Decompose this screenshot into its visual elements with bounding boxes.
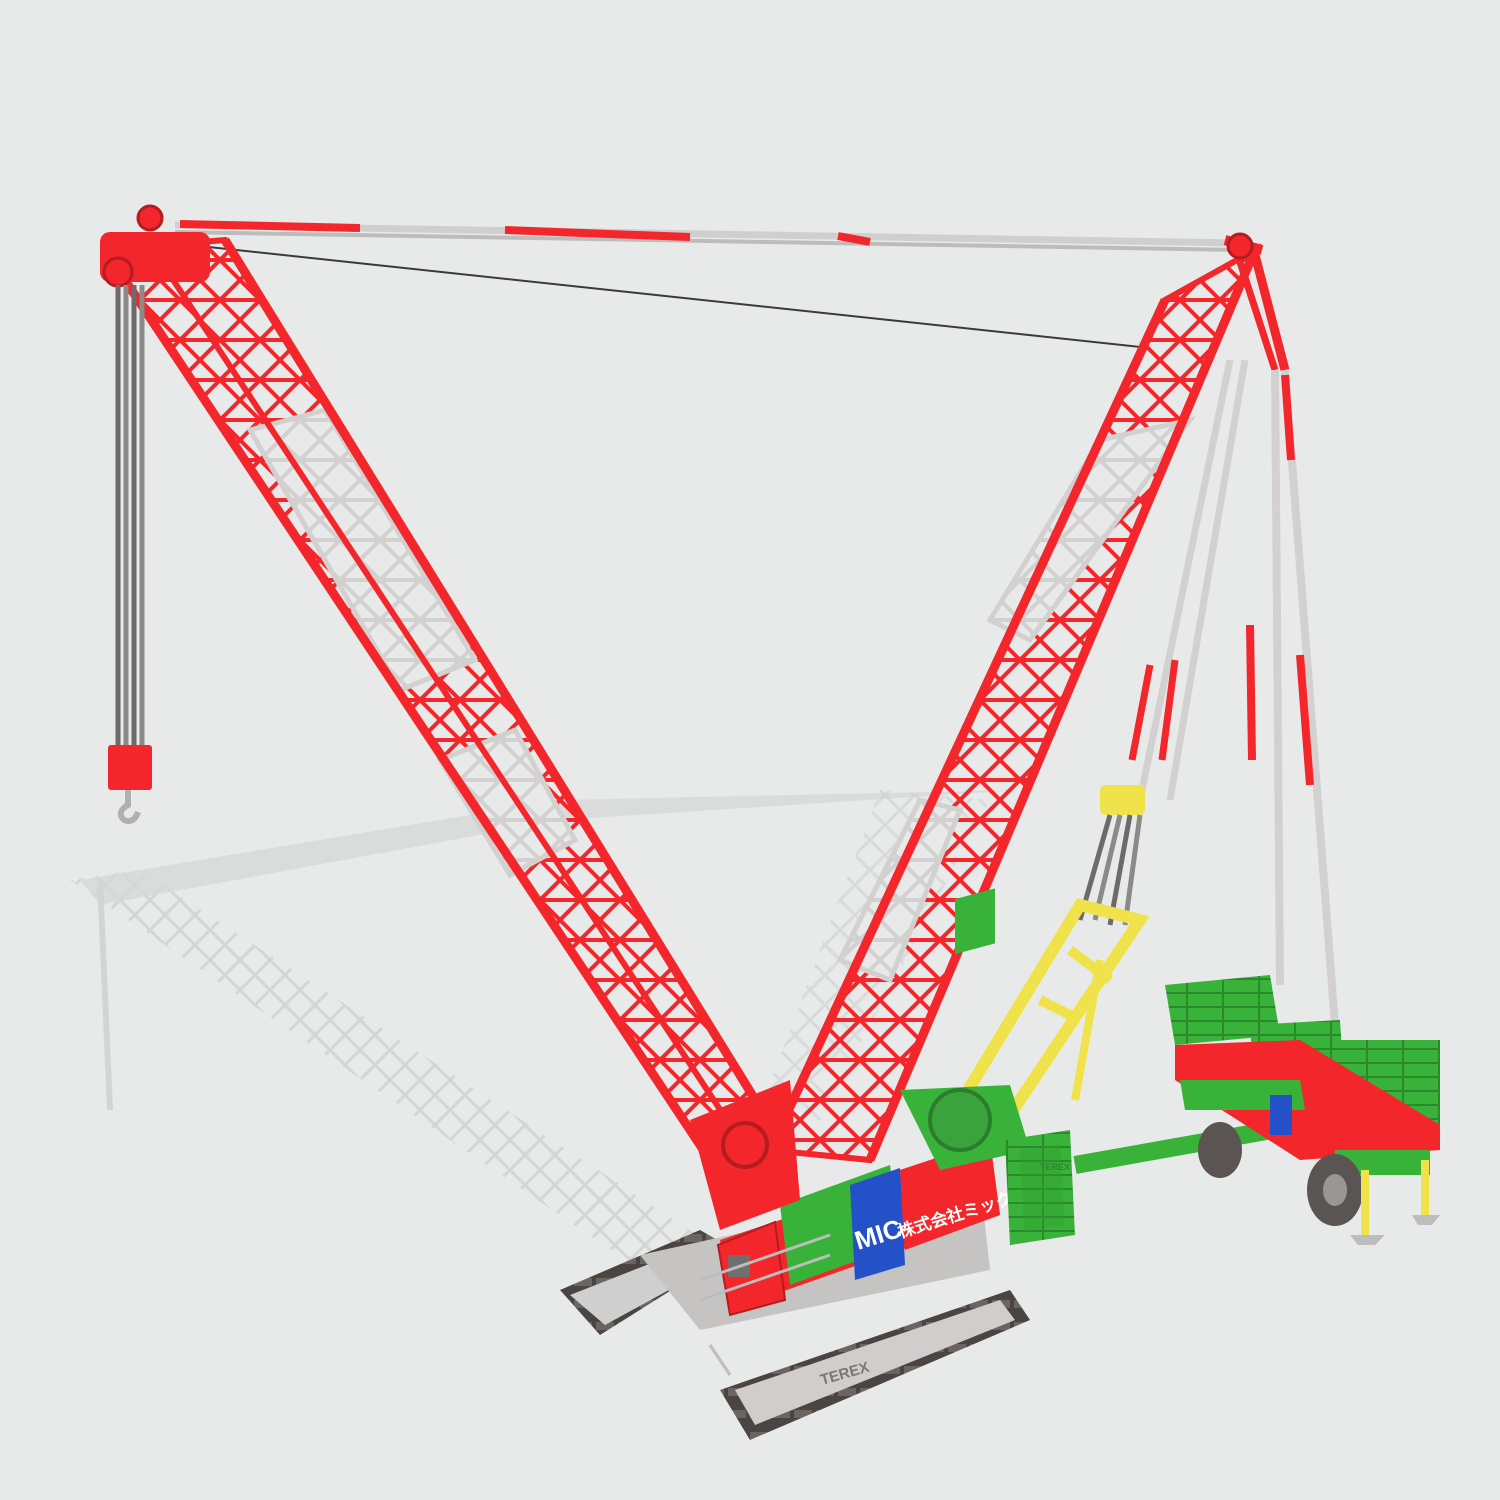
counterweight-brand-label: TEREX [1040, 1162, 1070, 1172]
hook-block [108, 285, 152, 824]
boom-pendants [174, 220, 1264, 349]
main-boom [99, 204, 785, 1180]
counterweight-trailer [1165, 975, 1440, 1245]
rear-counterweight: TEREX [1005, 1130, 1075, 1245]
crane-scene: TEREX MIC 株式会社ミック TEREX [70, 204, 1440, 1440]
